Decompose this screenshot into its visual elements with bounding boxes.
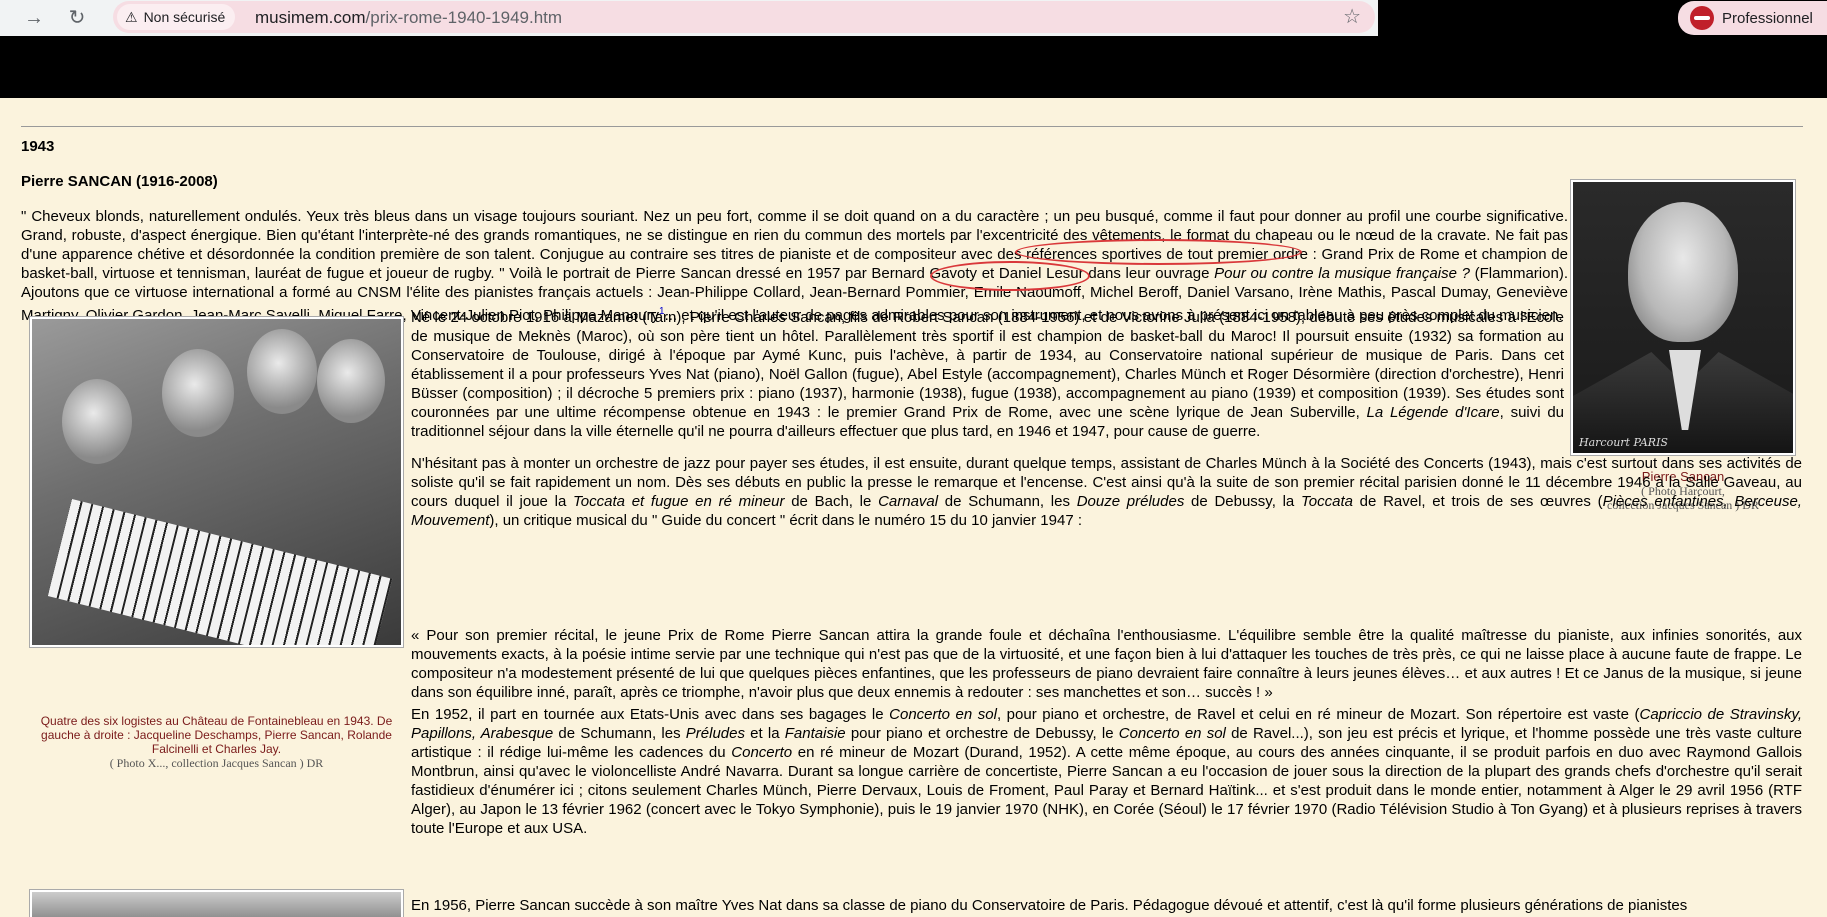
reload-icon[interactable]: ↻ [63, 4, 91, 32]
forward-icon[interactable]: → [20, 4, 48, 32]
jazz-paragraph: N'hésitant pas à monter un orchestre de … [411, 454, 1802, 530]
logistes-photo [30, 317, 403, 647]
bio-work-title: La Légende d'Icare [1366, 404, 1500, 421]
page-content: 1943 Pierre SANCAN (1916-2008) " Cheveux… [0, 98, 1827, 917]
laureate-heading: Pierre SANCAN (1916-2008) [21, 173, 218, 190]
tour-text-1: En 1952, il part en tournée aux Etats-Un… [411, 706, 890, 723]
tour-text-3: de Schumann, les [553, 725, 686, 742]
tour-text-5: pour piano et orchestre de Debussy, le [845, 725, 1119, 742]
person-1 [62, 379, 132, 464]
bio-paragraph: Né le 24 octobre 1916 à Mazamet (Tarn), … [411, 308, 1564, 441]
url-text[interactable]: musimem.com/prix-rome-1940-1949.htm [255, 8, 562, 28]
logistes-caption: Quatre des six logistes au Château de Fo… [30, 714, 403, 770]
last-paragraph: En 1956, Pierre Sancan succède à son maî… [411, 897, 1688, 914]
jazz-text-6: ), un critique musical du " Guide du con… [489, 512, 1083, 529]
tour-paragraph: En 1952, il part en tournée aux Etats-Un… [411, 705, 1802, 838]
url-host: musimem.com [255, 8, 366, 27]
redacted-band [0, 36, 1827, 98]
star-icon[interactable]: ☆ [1343, 4, 1361, 29]
piano-keys [47, 499, 393, 645]
tour-text-2: , pour piano et orchestre, de Ravel et c… [996, 706, 1640, 723]
next-photo [30, 890, 403, 917]
year-heading: 1943 [21, 138, 55, 155]
jazz-work-4: Toccata [1300, 493, 1353, 510]
tour-work-4: Fantaisie [784, 725, 846, 742]
warning-icon: ⚠ [125, 8, 138, 25]
tour-work-6: Concerto [731, 744, 793, 761]
photographer-signature: Harcourt PARIS [1579, 436, 1668, 449]
person-4 [317, 339, 385, 423]
jazz-work-3: Douze préludes [1076, 493, 1185, 510]
jazz-text-5: de Ravel, et trois de ses œuvres ( [1352, 493, 1603, 510]
quote-paragraph: « Pour son premier récital, le jeune Pri… [411, 627, 1802, 701]
logistes-caption-text: Quatre des six logistes au Château de Fo… [40, 714, 393, 756]
jazz-work-1: Toccata et fugue en ré mineur [573, 493, 785, 510]
profile-label: Professionnel [1722, 9, 1813, 27]
avatar [1690, 6, 1714, 30]
jazz-work-2: Carnaval [878, 493, 939, 510]
tour-work-5: Concerto en sol [1118, 725, 1226, 742]
url-path: /prix-rome-1940-1949.htm [365, 8, 563, 27]
person-3 [247, 329, 317, 414]
browser-toolbar: → ↻ ⚠ Non sécurisé musimem.com/prix-rome… [0, 0, 1827, 36]
section-divider [21, 126, 1803, 127]
tour-work-3: Préludes [685, 725, 745, 742]
person-2 [162, 349, 234, 437]
security-label: Non sécurisé [143, 9, 226, 25]
jazz-text-3: de Schumann, les [938, 493, 1077, 510]
profile-button[interactable]: Professionnel [1678, 1, 1827, 35]
jazz-text-4: de Debussy, la [1184, 493, 1301, 510]
tour-work-1: Concerto en sol [889, 706, 997, 723]
portrait-face [1628, 202, 1738, 342]
jazz-text-2: de Bach, le [784, 493, 879, 510]
book-title: Pour ou contre la musique française ? [1214, 265, 1470, 282]
address-bar[interactable]: ⚠ Non sécurisé musimem.com/prix-rome-194… [113, 1, 1375, 33]
logistes-caption-credit: ( Photo X..., collection Jacques Sancan … [109, 756, 324, 770]
tour-text-4: et la [744, 725, 785, 742]
portrait-photo: Harcourt PARIS [1571, 180, 1795, 455]
security-chip[interactable]: ⚠ Non sécurisé [117, 4, 236, 30]
